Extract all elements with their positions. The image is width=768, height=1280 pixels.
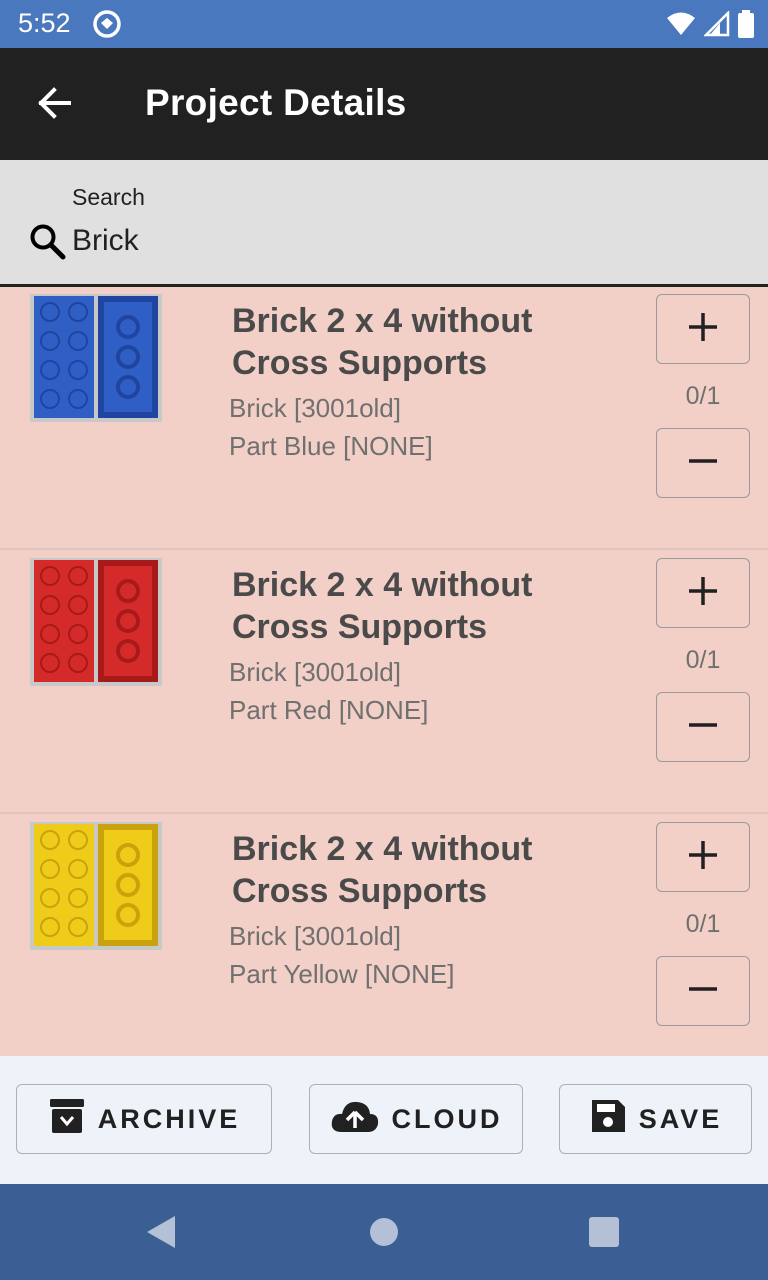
archive-label: ARCHIVE bbox=[97, 1103, 241, 1134]
increment-button[interactable] bbox=[656, 558, 750, 628]
part-image bbox=[30, 294, 162, 422]
search-input[interactable]: Brick bbox=[72, 224, 139, 258]
minus-icon bbox=[687, 709, 719, 746]
part-color: Part Yellow [NONE] bbox=[229, 959, 455, 989]
decrement-button[interactable] bbox=[656, 956, 750, 1026]
wifi-icon bbox=[666, 11, 696, 42]
status-time: 5:52 bbox=[18, 8, 71, 38]
cloud-label: CLOUD bbox=[391, 1103, 503, 1134]
part-color: Part Red [NONE] bbox=[229, 695, 429, 725]
battery-icon bbox=[738, 10, 754, 43]
cloud-button[interactable]: CLOUD bbox=[309, 1084, 523, 1154]
plus-icon bbox=[687, 839, 719, 876]
app-bar: Project Details bbox=[0, 48, 768, 160]
minus-icon bbox=[687, 445, 719, 482]
part-image bbox=[30, 558, 162, 686]
list-item[interactable]: Brick 2 x 4 without Cross Supports Brick … bbox=[0, 548, 768, 814]
archive-icon bbox=[48, 1097, 86, 1142]
part-category: Brick [3001old] bbox=[229, 657, 401, 687]
part-color: Part Blue [NONE] bbox=[229, 431, 433, 461]
search-field[interactable]: Search Brick bbox=[0, 160, 768, 287]
archive-button[interactable]: ARCHIVE bbox=[16, 1084, 272, 1154]
signal-icon bbox=[702, 9, 730, 42]
cloud-upload-icon bbox=[330, 1098, 380, 1141]
part-image bbox=[30, 822, 162, 950]
arrow-back-icon bbox=[37, 86, 73, 125]
save-label: SAVE bbox=[638, 1103, 723, 1134]
app-notification-icon bbox=[92, 9, 122, 44]
part-category: Brick [3001old] bbox=[229, 393, 401, 423]
search-icon bbox=[28, 222, 66, 265]
part-category: Brick [3001old] bbox=[229, 921, 401, 951]
minus-icon bbox=[687, 973, 719, 1010]
plus-icon bbox=[687, 311, 719, 348]
plus-icon bbox=[687, 575, 719, 612]
increment-button[interactable] bbox=[656, 822, 750, 892]
increment-button[interactable] bbox=[656, 294, 750, 364]
decrement-button[interactable] bbox=[656, 428, 750, 498]
system-nav-bar bbox=[0, 1184, 768, 1280]
nav-back-icon[interactable] bbox=[146, 1215, 176, 1254]
quantity-count: 0/1 bbox=[685, 382, 721, 410]
part-name: Brick 2 x 4 without Cross Supports bbox=[232, 302, 533, 382]
part-name: Brick 2 x 4 without Cross Supports bbox=[232, 830, 533, 910]
list-item[interactable]: Brick 2 x 4 without Cross Supports Brick … bbox=[0, 812, 768, 1078]
part-name: Brick 2 x 4 without Cross Supports bbox=[232, 566, 533, 646]
page-title: Project Details bbox=[145, 82, 407, 123]
nav-recents-icon[interactable] bbox=[589, 1217, 619, 1247]
nav-home-icon[interactable] bbox=[369, 1217, 399, 1252]
quantity-count: 0/1 bbox=[685, 646, 721, 674]
action-bar: ARCHIVE CLOUD SAVE bbox=[0, 1056, 768, 1184]
search-label: Search bbox=[72, 184, 145, 210]
save-icon bbox=[589, 1097, 627, 1142]
status-bar: 5:52 bbox=[0, 0, 768, 48]
list-item[interactable]: Brick 2 x 4 without Cross Supports Brick … bbox=[0, 284, 768, 550]
decrement-button[interactable] bbox=[656, 692, 750, 762]
parts-list: Brick 2 x 4 without Cross Supports Brick … bbox=[0, 284, 768, 1078]
back-button[interactable] bbox=[30, 82, 80, 128]
save-button[interactable]: SAVE bbox=[559, 1084, 752, 1154]
quantity-count: 0/1 bbox=[685, 910, 721, 938]
